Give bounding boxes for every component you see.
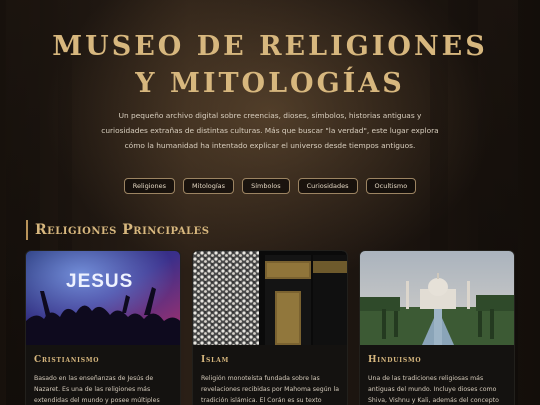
nav-ocultismo-button[interactable]: Ocultismo bbox=[365, 178, 417, 194]
category-nav: Religiones Mitologías Símbolos Curiosida… bbox=[0, 178, 540, 194]
page-title: MUSEO DE RELIGIONES Y MITOLOGÍAS bbox=[52, 31, 488, 99]
nav-curiosidades-button[interactable]: Curiosidades bbox=[297, 178, 358, 194]
card-title: Hinduismo bbox=[368, 355, 422, 365]
nav-religiones-button[interactable]: Religiones bbox=[123, 178, 176, 194]
nav-simbolos-button[interactable]: Símbolos bbox=[242, 178, 290, 194]
card-hinduismo[interactable]: Hinduismo Una de las tradiciones religio… bbox=[359, 250, 515, 405]
card-description: Religión monoteísta fundada sobre las re… bbox=[201, 375, 340, 404]
page-subtitle: Un pequeño archivo digital sobre creenci… bbox=[101, 111, 439, 150]
nav-mitologias-button[interactable]: Mitologías bbox=[183, 178, 235, 194]
cristianismo-image: JESUS bbox=[26, 251, 180, 345]
card-cristianismo[interactable]: JESUS Cristianismo Basado en las enseñan… bbox=[25, 250, 181, 405]
section-title: Religiones Principales bbox=[26, 220, 209, 240]
card-description: Basado en las enseñanzas de Jesús de Naz… bbox=[34, 375, 160, 404]
card-islam[interactable]: Islam Religión monoteísta fundada sobre … bbox=[192, 250, 348, 405]
hinduismo-image bbox=[360, 251, 514, 345]
jesus-sign-text: JESUS bbox=[66, 271, 133, 292]
hero: MUSEO DE RELIGIONES Y MITOLOGÍAS Un pequ… bbox=[0, 0, 540, 215]
card-title: Islam bbox=[201, 355, 230, 365]
card-title: Cristianismo bbox=[34, 355, 100, 365]
islam-image bbox=[193, 251, 347, 345]
card-description: Una de las tradiciones religiosas más an… bbox=[368, 375, 499, 404]
